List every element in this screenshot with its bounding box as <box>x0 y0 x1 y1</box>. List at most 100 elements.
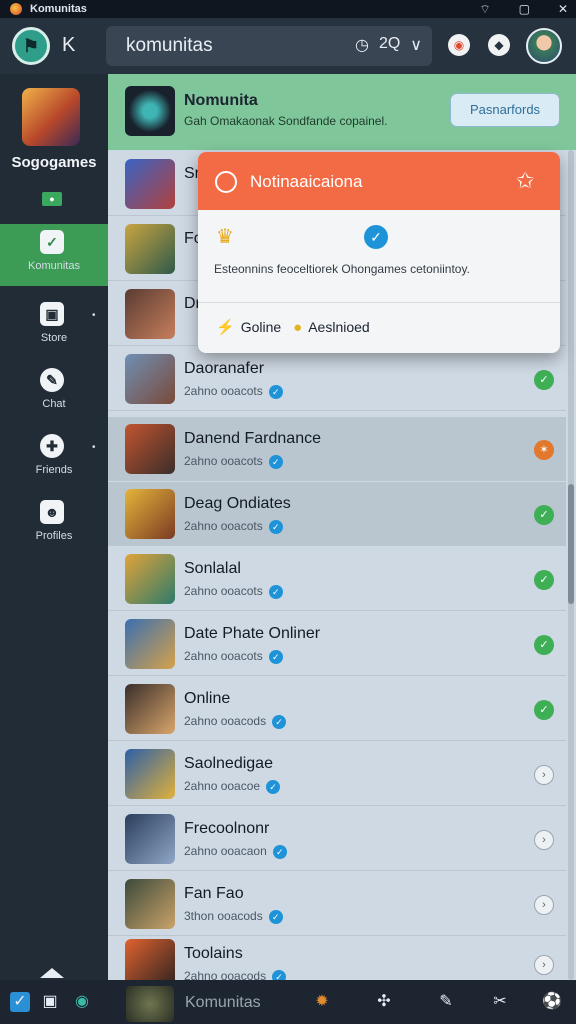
list-item-subtitle: 3thon ooacods ✓ <box>184 909 283 924</box>
verified-icon: ✓ <box>266 779 281 794</box>
sidebar-item-label: Store <box>40 332 68 344</box>
list-item[interactable]: Date Phate Onliner 2ahno ooacots ✓ ✓ <box>108 612 566 676</box>
window-controls: ⌔ ▢ ✕ <box>479 0 568 18</box>
expand-dot-icon: • <box>92 310 96 321</box>
search-actions: ◷ 2Q ∨ <box>355 35 422 55</box>
fire-icon[interactable]: ✹ <box>312 992 332 1012</box>
check-circle-icon: ✓ <box>364 225 388 249</box>
app-logo[interactable]: ⚑ <box>12 27 50 65</box>
restore-icon[interactable]: ▢ <box>519 0 530 18</box>
game-thumbnail <box>125 879 175 929</box>
store-icon: ▣ <box>40 302 64 326</box>
notification-popup: Notinaaicaiona ✩ ♛ ✓ Esteonnins feocelti… <box>198 152 560 353</box>
online-filter-button[interactable]: ⚡ Goline <box>216 318 281 336</box>
online-status-icon: ✓ <box>534 700 554 720</box>
list-item[interactable]: Toolains 2ahno ooacods ✓ › <box>108 932 566 980</box>
globe-icon[interactable]: ◆ <box>488 34 510 56</box>
sidebar-item-label: Friends <box>35 464 73 476</box>
chevron-down-icon[interactable]: ∨ <box>410 35 422 55</box>
game-thumbnail <box>125 159 175 209</box>
sidebar-item-label: Komunitas <box>28 260 80 272</box>
avatar[interactable] <box>526 28 562 64</box>
game-thumbnail <box>125 684 175 734</box>
game-thumbnail <box>125 224 175 274</box>
scroll-up-icon[interactable] <box>40 968 64 978</box>
list-item-subtitle: 2ahno ooacods ✓ <box>184 969 287 980</box>
game-thumbnail <box>125 619 175 669</box>
list-item[interactable]: Saolnedigae 2ahno ooacoe ✓ › <box>108 742 566 806</box>
coin-icon: ● <box>293 318 303 336</box>
star-icon[interactable]: ✩ <box>516 168 534 194</box>
lightning-icon: ⚡ <box>216 319 235 336</box>
list-item-subtitle: 2ahno ooacots ✓ <box>184 519 283 534</box>
featured-thumbnail <box>125 86 175 136</box>
tools-icon[interactable]: ✂ <box>490 992 510 1012</box>
game-thumbnail <box>125 354 175 404</box>
featured-title: Nomunita <box>184 92 258 109</box>
featured-subtitle: Gah Omakaonak Sondfande copainel. <box>184 114 388 128</box>
back-button[interactable]: K <box>62 34 75 57</box>
search-text: komunitas <box>126 35 213 56</box>
soccer-icon[interactable]: ⚽ <box>542 992 562 1012</box>
app-header: ⚑ K komunitas ◷ 2Q ∨ ◉ ◆ <box>0 18 576 74</box>
check-icon: ✓ <box>40 230 64 254</box>
verified-icon: ✓ <box>268 384 283 399</box>
sidebar-item-komunitas[interactable]: ✓ Komunitas <box>0 224 108 286</box>
twitter-icon[interactable]: ✓ <box>10 992 30 1012</box>
sidebar-item-store[interactable]: ▣ Store • <box>0 296 108 358</box>
notification-icon[interactable]: ◉ <box>448 34 470 56</box>
popup-footer: ⚡ Goline ● Aeslnioed <box>216 318 370 337</box>
list-item-name: Saolnedigae <box>184 755 273 772</box>
bottom-game-thumbnail[interactable] <box>126 986 174 1022</box>
online-status-icon: ✓ <box>534 505 554 525</box>
list-item[interactable]: Sonlalal 2ahno ooacots ✓ ✓ <box>108 547 566 611</box>
game-thumbnail <box>125 939 175 980</box>
verified-icon: ✓ <box>268 584 283 599</box>
verified-icon: ✓ <box>268 909 283 924</box>
search-shortcut[interactable]: 2Q <box>379 35 400 55</box>
scrollbar-thumb[interactable] <box>568 484 574 604</box>
list-item-name: Sonlalal <box>184 560 241 577</box>
window-title: Komunitas <box>30 3 87 15</box>
chat-icon: ✎ <box>40 368 64 392</box>
game-thumbnail <box>125 289 175 339</box>
bottom-taskbar: ✓ ▣ ◉ Komunitas ✹ ✣ ✎ ✂ ⚽ <box>0 980 576 1024</box>
radio-circle-icon[interactable] <box>215 171 237 193</box>
list-item-subtitle: 2ahno ooacots ✓ <box>184 584 283 599</box>
window-icon[interactable]: ▣ <box>40 992 60 1012</box>
online-status-icon: ✓ <box>534 635 554 655</box>
game-thumbnail <box>125 814 175 864</box>
verified-icon: ✓ <box>268 454 283 469</box>
featured-action-button[interactable]: Pasnarfords <box>450 93 560 127</box>
list-item-subtitle: 2ahno ooacaon ✓ <box>184 844 287 859</box>
puzzle-icon[interactable]: ✣ <box>374 992 394 1012</box>
list-item-subtitle: 2ahno ooacots ✓ <box>184 384 283 399</box>
verified-icon: ✓ <box>268 519 283 534</box>
online-status-icon: ✓ <box>534 570 554 590</box>
resolved-filter-button[interactable]: ● Aeslnioed <box>293 319 370 336</box>
app-circle-icon[interactable]: ◉ <box>72 992 92 1012</box>
search-bar[interactable]: komunitas ◷ 2Q ∨ <box>106 26 432 66</box>
game-art-thumbnail[interactable] <box>22 88 80 146</box>
edit-icon[interactable]: ✎ <box>436 992 456 1012</box>
list-item-name: Frecoolnonr <box>184 820 270 837</box>
app-icon <box>10 3 22 15</box>
sidebar-item-profiles[interactable]: ☻ Profiles <box>0 494 108 556</box>
idle-status-icon: › <box>534 765 554 785</box>
list-item-subtitle: 2ahno ooacods ✓ <box>184 714 287 729</box>
sidebar-item-chat[interactable]: ✎ Chat <box>0 362 108 424</box>
sidebar-item-friends[interactable]: ✚ Friends • <box>0 428 108 490</box>
clock-icon[interactable]: ◷ <box>355 35 369 55</box>
online-badge-icon: ● <box>42 192 62 206</box>
divider <box>198 302 560 303</box>
list-item[interactable]: Frecoolnonr 2ahno ooacaon ✓ › <box>108 807 566 871</box>
close-icon[interactable]: ✕ <box>558 0 568 18</box>
list-item[interactable]: Danend Fardnance 2ahno ooacots ✓ ✶ <box>108 417 566 481</box>
featured-card[interactable]: Nomunita Gah Omakaonak Sondfande copaine… <box>108 74 576 150</box>
list-item-name: Danend Fardnance <box>184 430 321 447</box>
list-item[interactable]: Daoranafer 2ahno ooacots ✓ ✓ <box>108 347 566 411</box>
list-item[interactable]: Online 2ahno ooacods ✓ ✓ <box>108 677 566 741</box>
list-item[interactable]: Fan Fao 3thon ooacods ✓ › <box>108 872 566 936</box>
list-item[interactable]: Deag Ondiates 2ahno ooacots ✓ ✓ <box>108 482 566 546</box>
friends-icon: ✚ <box>40 434 64 458</box>
